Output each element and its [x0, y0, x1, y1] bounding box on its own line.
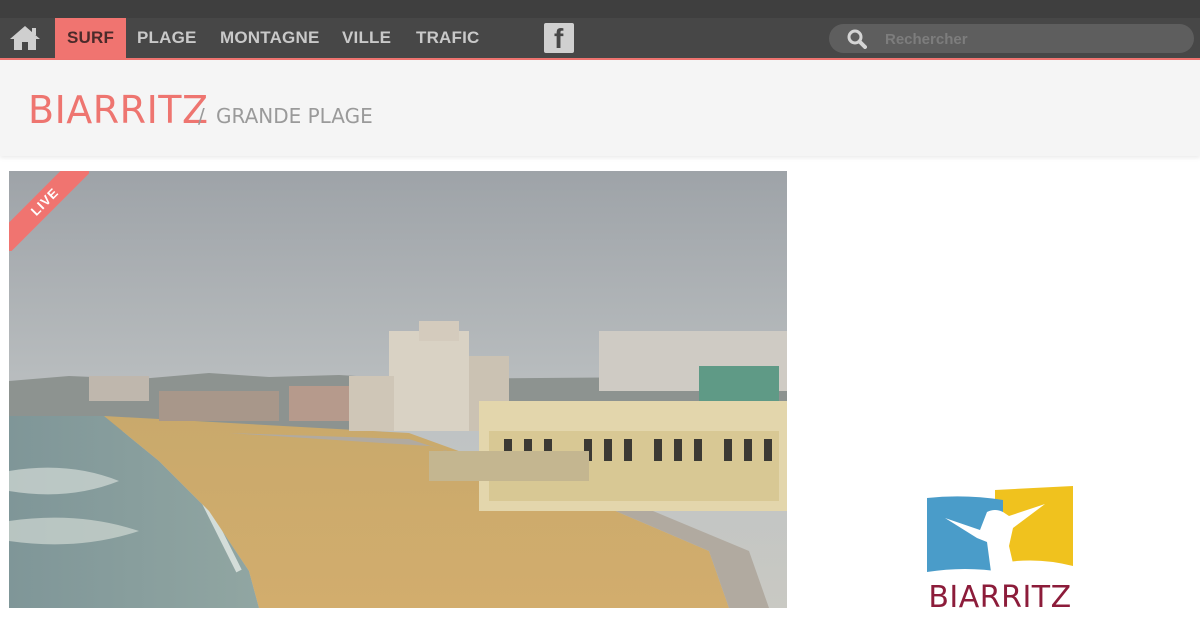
beach-scene: [9, 171, 787, 608]
search-box: [829, 24, 1194, 53]
nav-item-surf[interactable]: SURF: [55, 18, 127, 58]
webcam-image[interactable]: LIVE: [9, 171, 787, 608]
page-header: BIARRITZ / GRANDE PLAGE: [0, 60, 1200, 156]
search-icon[interactable]: [847, 29, 867, 49]
search-input[interactable]: [883, 27, 1177, 51]
top-strip: [0, 0, 1200, 18]
facebook-icon[interactable]: f: [544, 23, 574, 54]
nav-item-ville[interactable]: VILLE: [342, 18, 391, 58]
main-nav: SURF PLAGE MONTAGNE VILLE TRAFIC f: [0, 18, 1200, 60]
breadcrumb-separator: /: [198, 104, 205, 128]
breadcrumb-spot: GRANDE PLAGE: [216, 104, 373, 128]
nav-item-trafic[interactable]: TRAFIC: [416, 18, 480, 58]
sponsor-name: BIARRITZ: [928, 580, 1072, 615]
home-icon[interactable]: [8, 24, 42, 52]
sponsor-logo[interactable]: BIARRITZ: [925, 486, 1075, 615]
nav-item-montagne[interactable]: MONTAGNE: [220, 18, 320, 58]
live-badge: LIVE: [27, 184, 62, 219]
biarritz-logo-icon: [927, 486, 1073, 572]
nav-item-plage[interactable]: PLAGE: [137, 18, 197, 58]
page-title: BIARRITZ: [28, 88, 209, 132]
live-ribbon: LIVE: [9, 171, 89, 251]
